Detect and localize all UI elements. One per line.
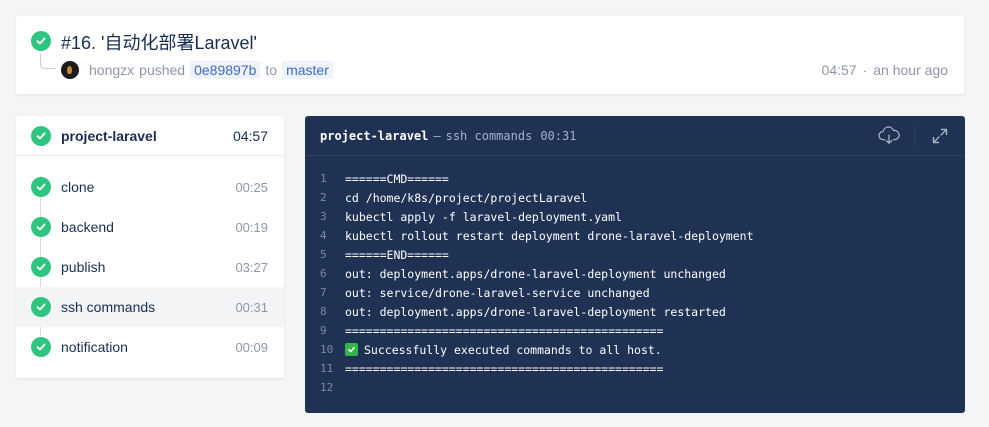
log-line: 11 ======================================… bbox=[305, 359, 965, 378]
step-item-publish[interactable]: publish 03:27 bbox=[16, 247, 284, 287]
log-line: 9 =======================================… bbox=[305, 321, 965, 340]
stage-time: 04:57 bbox=[232, 127, 268, 144]
log-stage-name: project-laravel bbox=[320, 128, 429, 143]
line-text: ======END====== bbox=[345, 247, 449, 262]
log-line: 5 ======END====== bbox=[305, 245, 965, 264]
line-number: 11 bbox=[320, 362, 334, 375]
step-name: publish bbox=[61, 259, 106, 275]
connector-line bbox=[40, 54, 56, 69]
line-text: Successfully executed commands to all ho… bbox=[364, 342, 662, 357]
step-name: backend bbox=[61, 219, 114, 235]
step-success-icon bbox=[31, 217, 51, 237]
steps-card: project-laravel 04:57 clone 00:25 backen… bbox=[16, 116, 284, 378]
line-number: 2 bbox=[320, 191, 327, 204]
step-success-icon bbox=[31, 337, 51, 357]
step-name: notification bbox=[61, 339, 128, 355]
commit-info: hongzx pushed 0e89897b to master bbox=[61, 60, 338, 80]
build-time-ago: an hour ago bbox=[873, 62, 948, 78]
build-title: #16. '自动化部署Laravel' bbox=[61, 33, 257, 53]
step-time: 00:25 bbox=[235, 179, 268, 195]
log-duration: 00:31 bbox=[540, 128, 577, 143]
step-item-clone[interactable]: clone 00:25 bbox=[16, 167, 284, 207]
step-name: clone bbox=[61, 179, 95, 195]
line-text: cd /home/k8s/project/projectLaravel bbox=[345, 190, 588, 205]
action-text: pushed bbox=[139, 62, 186, 78]
branch-link[interactable]: master bbox=[282, 61, 333, 79]
log-separator: — bbox=[433, 128, 441, 143]
step-item-ssh-commands[interactable]: ssh commands 00:31 bbox=[16, 287, 284, 327]
build-duration: 04:57 bbox=[821, 62, 857, 78]
log-line: 12 bbox=[305, 378, 965, 397]
commit-link[interactable]: 0e89897b bbox=[190, 61, 261, 79]
log-step-name: ssh commands bbox=[445, 128, 533, 143]
download-button[interactable] bbox=[864, 116, 914, 156]
step-time: 03:27 bbox=[235, 259, 268, 275]
log-line: 3 kubectl apply -f laravel-deployment.yam… bbox=[305, 207, 965, 226]
line-number: 3 bbox=[320, 210, 327, 223]
check-mark-emoji-icon bbox=[345, 343, 358, 356]
avatar bbox=[61, 61, 79, 79]
expand-button[interactable] bbox=[915, 116, 965, 156]
log-header: project-laravel — ssh commands 00:31 bbox=[305, 116, 965, 156]
step-success-icon bbox=[31, 177, 51, 197]
step-item-notification[interactable]: notification 00:09 bbox=[16, 327, 284, 367]
stage-success-icon bbox=[31, 125, 51, 146]
line-number: 7 bbox=[320, 286, 327, 299]
stage-name: project-laravel bbox=[61, 127, 157, 144]
step-success-icon bbox=[31, 297, 51, 317]
log-line: 8 out: deployment.apps/drone-laravel-depl… bbox=[305, 302, 965, 321]
line-text: ========================================… bbox=[345, 361, 664, 376]
step-list: clone 00:25 backend 00:19 publish 03:27 … bbox=[16, 156, 284, 367]
line-number: 10 bbox=[320, 343, 334, 356]
line-text: ======CMD====== bbox=[345, 171, 449, 186]
download-cloud-icon bbox=[878, 126, 900, 144]
line-text: out: deployment.apps/drone-laravel-deplo… bbox=[345, 304, 726, 319]
log-line: 4 kubectl rollout restart deployment dron… bbox=[305, 226, 965, 245]
log-panel: project-laravel — ssh commands 00:31 1 ==… bbox=[305, 116, 965, 413]
step-name: ssh commands bbox=[61, 299, 156, 315]
line-number: 5 bbox=[320, 248, 327, 261]
step-success-icon bbox=[31, 257, 51, 277]
step-time: 00:19 bbox=[235, 219, 268, 235]
step-item-backend[interactable]: backend 00:19 bbox=[16, 207, 284, 247]
line-number: 4 bbox=[320, 229, 327, 242]
line-text: out: service/drone-laravel-service uncha… bbox=[345, 285, 650, 300]
success-check-icon bbox=[31, 31, 51, 51]
build-meta: 04:57 · an hour ago bbox=[822, 62, 948, 78]
stage-header[interactable]: project-laravel 04:57 bbox=[16, 116, 284, 156]
log-line: 6 out: deployment.apps/drone-laravel-depl… bbox=[305, 264, 965, 283]
line-text: kubectl rollout restart deployment drone… bbox=[345, 228, 754, 243]
step-time: 00:31 bbox=[235, 299, 268, 315]
author-name: hongzx bbox=[89, 62, 135, 78]
line-number: 1 bbox=[320, 172, 327, 185]
expand-icon bbox=[932, 128, 948, 144]
line-number: 12 bbox=[320, 381, 334, 394]
log-body: 1 ======CMD====== 2 cd /home/k8s/project/p… bbox=[305, 156, 965, 397]
line-number: 9 bbox=[320, 324, 327, 337]
step-time: 00:09 bbox=[235, 339, 268, 355]
log-actions bbox=[864, 116, 965, 156]
to-label: to bbox=[265, 62, 278, 78]
meta-separator: · bbox=[862, 62, 868, 78]
log-line: 7 out: service/drone-laravel-service unch… bbox=[305, 283, 965, 302]
line-number: 8 bbox=[320, 305, 327, 318]
line-text: out: deployment.apps/drone-laravel-deplo… bbox=[345, 266, 726, 281]
line-text: ========================================… bbox=[345, 323, 664, 338]
line-number: 6 bbox=[320, 267, 327, 280]
log-line: 10 Successfully executed commands to all … bbox=[305, 340, 965, 359]
log-line: 1 ======CMD====== bbox=[305, 169, 965, 188]
line-text: kubectl apply -f laravel-deployment.yaml bbox=[345, 209, 622, 224]
log-line: 2 cd /home/k8s/project/projectLaravel bbox=[305, 188, 965, 207]
build-header-card: #16. '自动化部署Laravel' hongzx pushed 0e8989… bbox=[16, 16, 964, 94]
